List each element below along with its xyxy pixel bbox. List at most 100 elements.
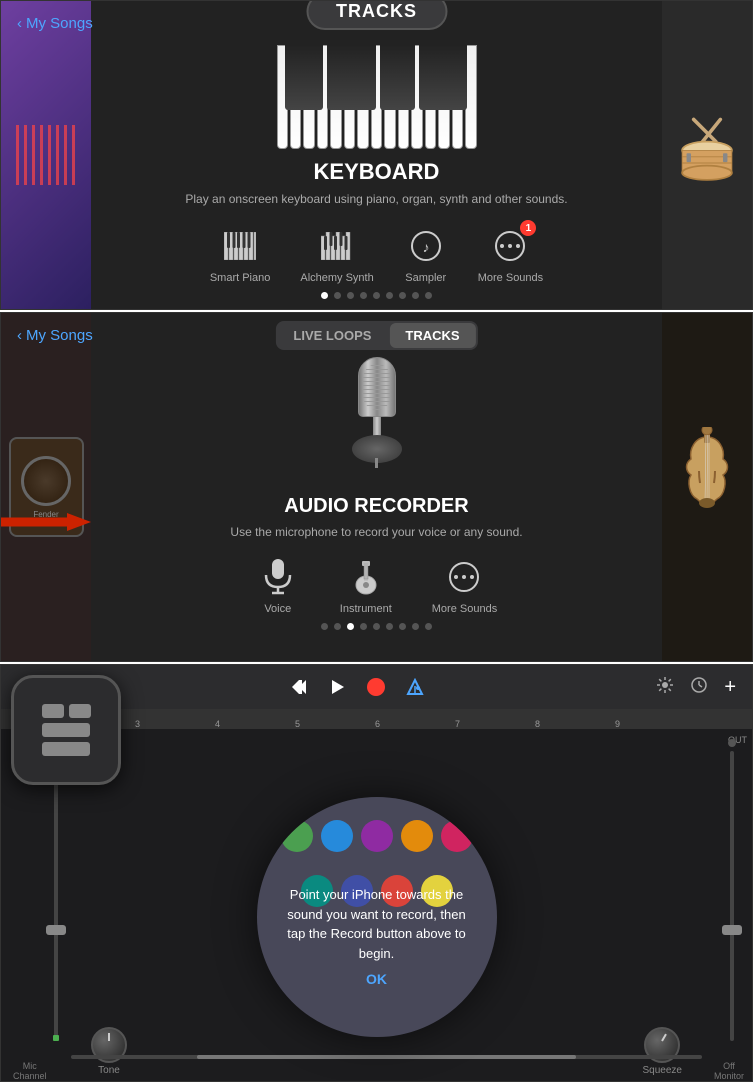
dot-6 [386,292,393,299]
drum-visual [672,115,742,195]
off-label: Off [723,1061,735,1071]
fader-right[interactable] [712,739,752,1041]
panel1-icon-row: Smart Piano [210,224,543,284]
play-button[interactable] [328,677,346,697]
more-sounds-item-2[interactable]: More Sounds [432,555,497,615]
ruler-mark-8: 8 [535,719,540,729]
back-button-2[interactable]: ‹ My Songs [17,327,93,344]
sun-icon[interactable] [656,676,674,699]
ok-button[interactable]: OK [277,971,477,987]
blob-green [281,820,313,852]
panel2-icon-row: Voice [256,555,497,615]
popup-text: Point your iPhone towards the sound you … [277,885,477,963]
white-key [357,45,368,149]
play-icon [328,678,346,696]
white-key [425,45,436,149]
white-key [452,45,463,149]
panel2-right-card[interactable] [662,313,752,661]
amp-speaker [21,456,71,506]
p2-dot-1 [321,623,328,630]
p2-dot-4 [360,623,367,630]
instrument-item[interactable]: Instrument [340,555,392,615]
horizontal-scrollbar[interactable] [71,1055,702,1059]
blob-blue [321,820,353,852]
p2-dot-6 [386,623,393,630]
keyboard-visual [277,45,477,149]
mic-channel-label: Mic Channel [5,1061,47,1081]
p2-dot-9 [425,623,432,630]
ruler-mark-3: 3 [135,719,140,729]
panel2-main: AUDIO RECORDER Use the microphone to rec… [91,313,662,661]
dot-9 [425,292,432,299]
transport-right: + [656,676,736,699]
icon-row-top [42,704,91,718]
fader-track-right[interactable] [730,751,734,1041]
more-sounds-icon: 1 [488,224,532,268]
smart-piano-icon [218,224,262,268]
white-key [371,45,382,149]
sampler-item[interactable]: ♪ Sampler [404,224,448,284]
icon-block-1 [42,704,64,718]
panel1-main: KEYBOARD Play an onscreen keyboard using… [91,1,662,309]
fader-thumb-left[interactable] [46,925,66,935]
panel1-right-card[interactable] [662,1,752,309]
clock-icon [690,676,708,694]
mic-head [358,357,396,417]
fader-track-left[interactable] [54,751,58,1041]
fader-thumb-right[interactable] [722,925,742,935]
sampler-icon: ♪ [404,224,448,268]
tab-live-loops[interactable]: LIVE LOOPS [277,323,387,348]
alchemy-synth-icon [315,224,359,268]
rewind-icon [290,678,308,696]
dot-5 [373,292,380,299]
sampler-label: Sampler [405,272,446,284]
blob-purple [361,820,393,852]
channel-labels: Mic Channel Off Monitor [1,1061,752,1081]
panel-recording: + 2 3 4 5 6 7 8 9 IN OUT [0,664,753,1082]
settings-icon[interactable] [690,676,708,699]
voice-item[interactable]: Voice [256,555,300,615]
plus-button[interactable]: + [724,676,736,699]
white-key [277,45,288,149]
instrument-label: Instrument [340,603,392,615]
panel2-header: ‹ My Songs LIVE LOOPS TRACKS [1,313,752,357]
fader-indicator-right [728,739,736,747]
dot-3 [347,292,354,299]
icon-row-bot [42,742,90,756]
voice-icon [256,555,300,599]
audio-recorder-title: AUDIO RECORDER [284,495,468,518]
metronome-button[interactable] [406,677,424,697]
rewind-button[interactable] [290,677,308,697]
mic-neck [373,417,381,437]
instrument-icon [344,555,388,599]
record-icon [366,677,386,697]
smart-piano-item[interactable]: Smart Piano [210,224,271,284]
p2-dot-8 [412,623,419,630]
violin-visual [677,427,737,547]
record-button[interactable] [366,677,386,697]
p2-dot-7 [399,623,406,630]
ruler-mark-7: 7 [455,719,460,729]
alchemy-synth-item[interactable]: Alchemy Synth [300,224,373,284]
more-sounds-item[interactable]: 1 More Sounds [478,224,543,284]
white-key [317,45,328,149]
metronome-icon [406,678,424,696]
chevron-left-icon: ‹ [17,15,22,32]
fader-green-dot [53,1035,59,1041]
white-key [398,45,409,149]
voice-label: Voice [264,603,291,615]
track-area: IN OUT [1,729,752,1081]
dot-1 [321,292,328,299]
panel2-dots [321,623,432,630]
blob-orange [401,820,433,852]
back-button-1[interactable]: ‹ My Songs [17,15,93,32]
panel1-left-card[interactable] [1,1,91,309]
alchemy-synth-label: Alchemy Synth [300,272,373,284]
red-arrow [0,513,91,531]
big-icon-overlay [11,675,121,785]
panel-audio-recorder: ‹ My Songs LIVE LOOPS TRACKS Fender [0,312,753,662]
panel2-left-card[interactable]: Fender [1,313,91,661]
big-icon-inner [42,704,91,756]
svg-text:♪: ♪ [422,239,429,255]
tab-tracks[interactable]: TRACKS [389,323,475,348]
